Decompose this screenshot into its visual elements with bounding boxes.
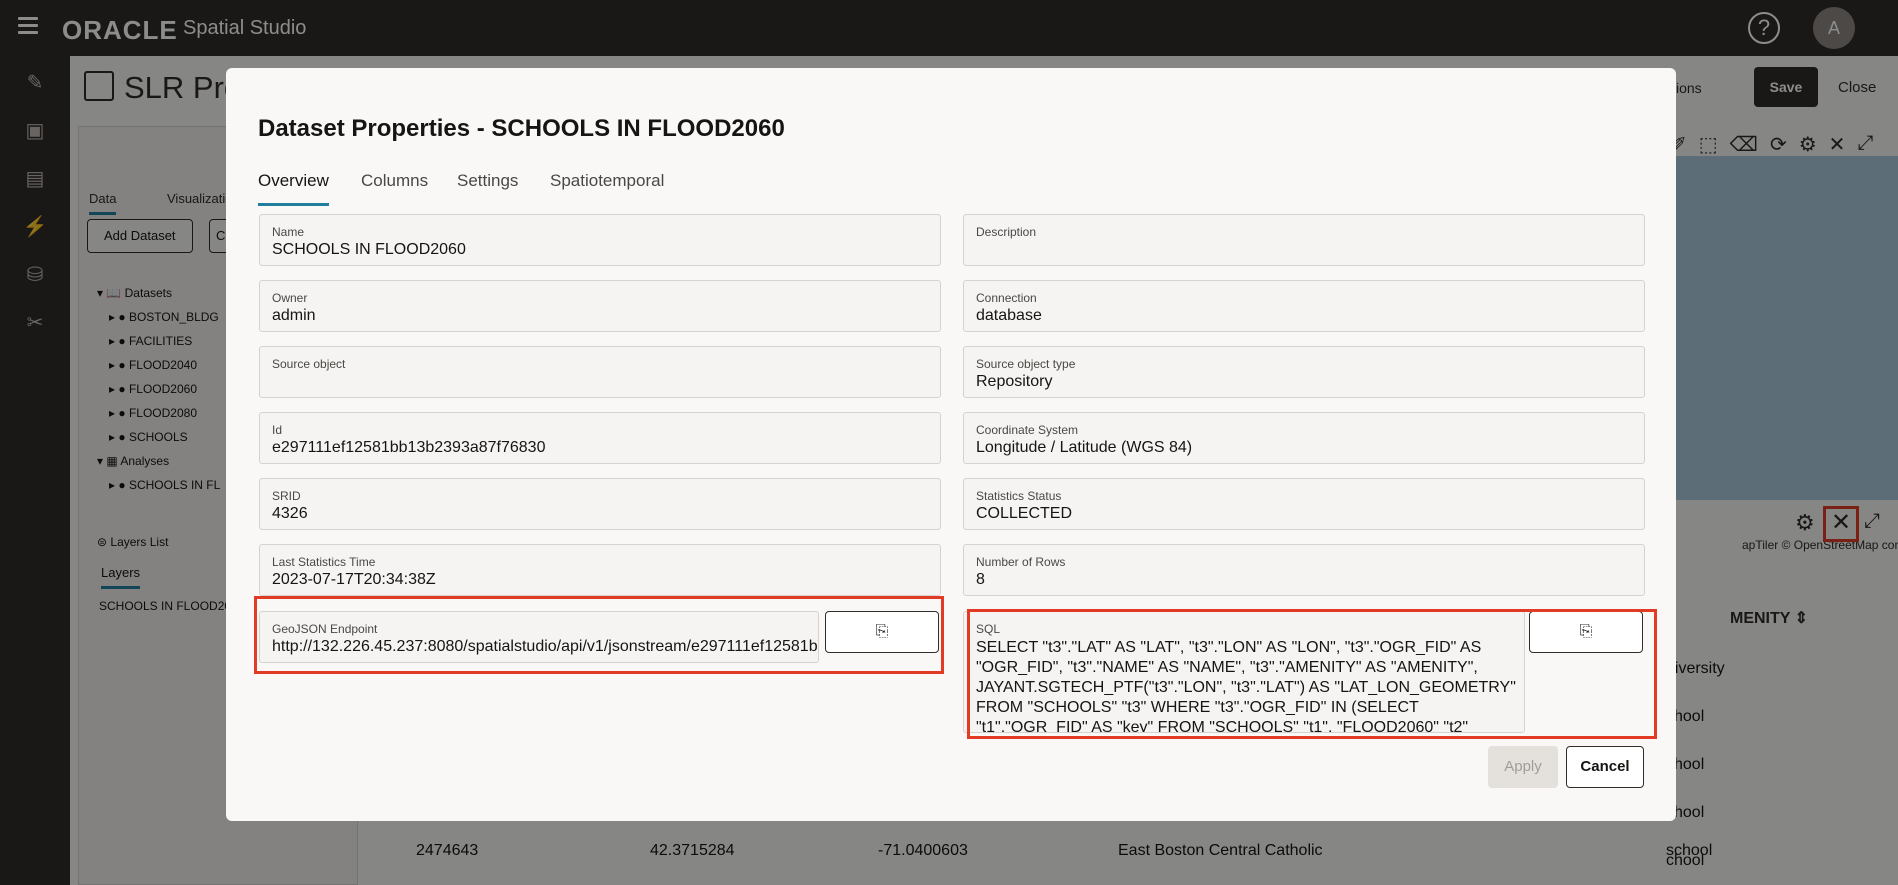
last-statistics-time-value: 2023-07-17T20:34:38Z [272,571,436,588]
id-field: Id e297111ef12581bb13b2393a87f76830 [259,412,941,464]
dialog-title: Dataset Properties - SCHOOLS IN FLOOD206… [258,115,785,142]
dataset-properties-dialog: Dataset Properties - SCHOOLS IN FLOOD206… [226,68,1676,821]
owner-label: Owner [272,291,308,305]
owner-value: admin [272,307,316,324]
statistics-status-label: Statistics Status [976,489,1062,503]
name-label: Name [272,225,305,239]
srid-label: SRID [272,489,301,503]
name-field[interactable]: Name SCHOOLS IN FLOOD2060 [259,214,941,266]
srid-value: 4326 [272,505,308,522]
coordinate-system-field: Coordinate System Longitude / Latitude (… [963,412,1645,464]
tab-columns[interactable]: Columns [361,171,428,191]
tab-spatiotemporal[interactable]: Spatiotemporal [550,171,664,191]
connection-field: Connection database [963,280,1645,332]
cancel-button[interactable]: Cancel [1566,746,1644,788]
source-object-type-label: Source object type [976,357,1076,371]
source-object-type-value: Repository [976,373,1053,390]
last-statistics-time-field: Last Statistics Time 2023-07-17T20:34:38… [259,544,941,596]
source-object-field: Source object [259,346,941,398]
id-value: e297111ef12581bb13b2393a87f76830 [272,439,546,456]
tab-overview[interactable]: Overview [258,171,329,206]
connection-value: database [976,307,1042,324]
geojson-highlight [254,596,944,674]
owner-field: Owner admin [259,280,941,332]
apply-button[interactable]: Apply [1488,746,1558,788]
number-of-rows-label: Number of Rows [976,555,1066,569]
number-of-rows-field: Number of Rows 8 [963,544,1645,596]
description-label: Description [976,225,1037,239]
tab-settings[interactable]: Settings [457,171,518,191]
coordinate-system-label: Coordinate System [976,423,1079,437]
srid-field: SRID 4326 [259,478,941,530]
source-object-label: Source object [272,357,346,371]
coordinate-system-value: Longitude / Latitude (WGS 84) [976,439,1193,456]
statistics-status-field: Statistics Status COLLECTED [963,478,1645,530]
name-value: SCHOOLS IN FLOOD2060 [272,241,466,258]
connection-label: Connection [976,291,1037,305]
source-object-type-field: Source object type Repository [963,346,1645,398]
number-of-rows-value: 8 [976,571,985,588]
id-label: Id [272,423,283,437]
last-statistics-time-label: Last Statistics Time [272,555,376,569]
statistics-status-value: COLLECTED [976,505,1073,522]
description-field[interactable]: Description [963,214,1645,266]
sql-highlight [967,609,1657,739]
